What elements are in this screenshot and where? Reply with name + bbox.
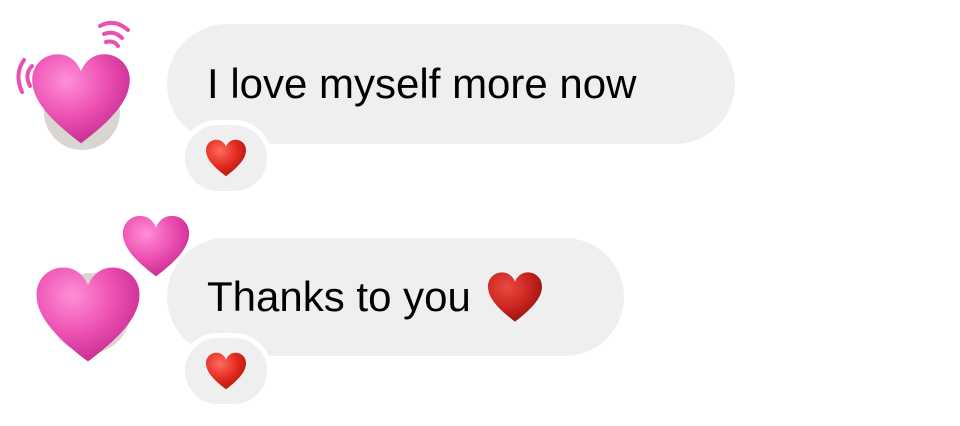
message-thread: I love myself more now Thanks to you (0, 0, 960, 426)
beating-heart-icon[interactable] (10, 14, 140, 154)
message-text: Thanks to you (207, 273, 471, 320)
message-text: I love myself more now (207, 60, 637, 107)
red-heart-icon (206, 139, 246, 177)
reaction-badge[interactable] (180, 333, 272, 409)
message-row: I love myself more now (0, 0, 960, 205)
message-row: Thanks to you (0, 205, 960, 426)
reaction-badge[interactable] (180, 120, 272, 196)
red-heart-icon (206, 352, 246, 390)
red-heart-icon (485, 270, 545, 324)
